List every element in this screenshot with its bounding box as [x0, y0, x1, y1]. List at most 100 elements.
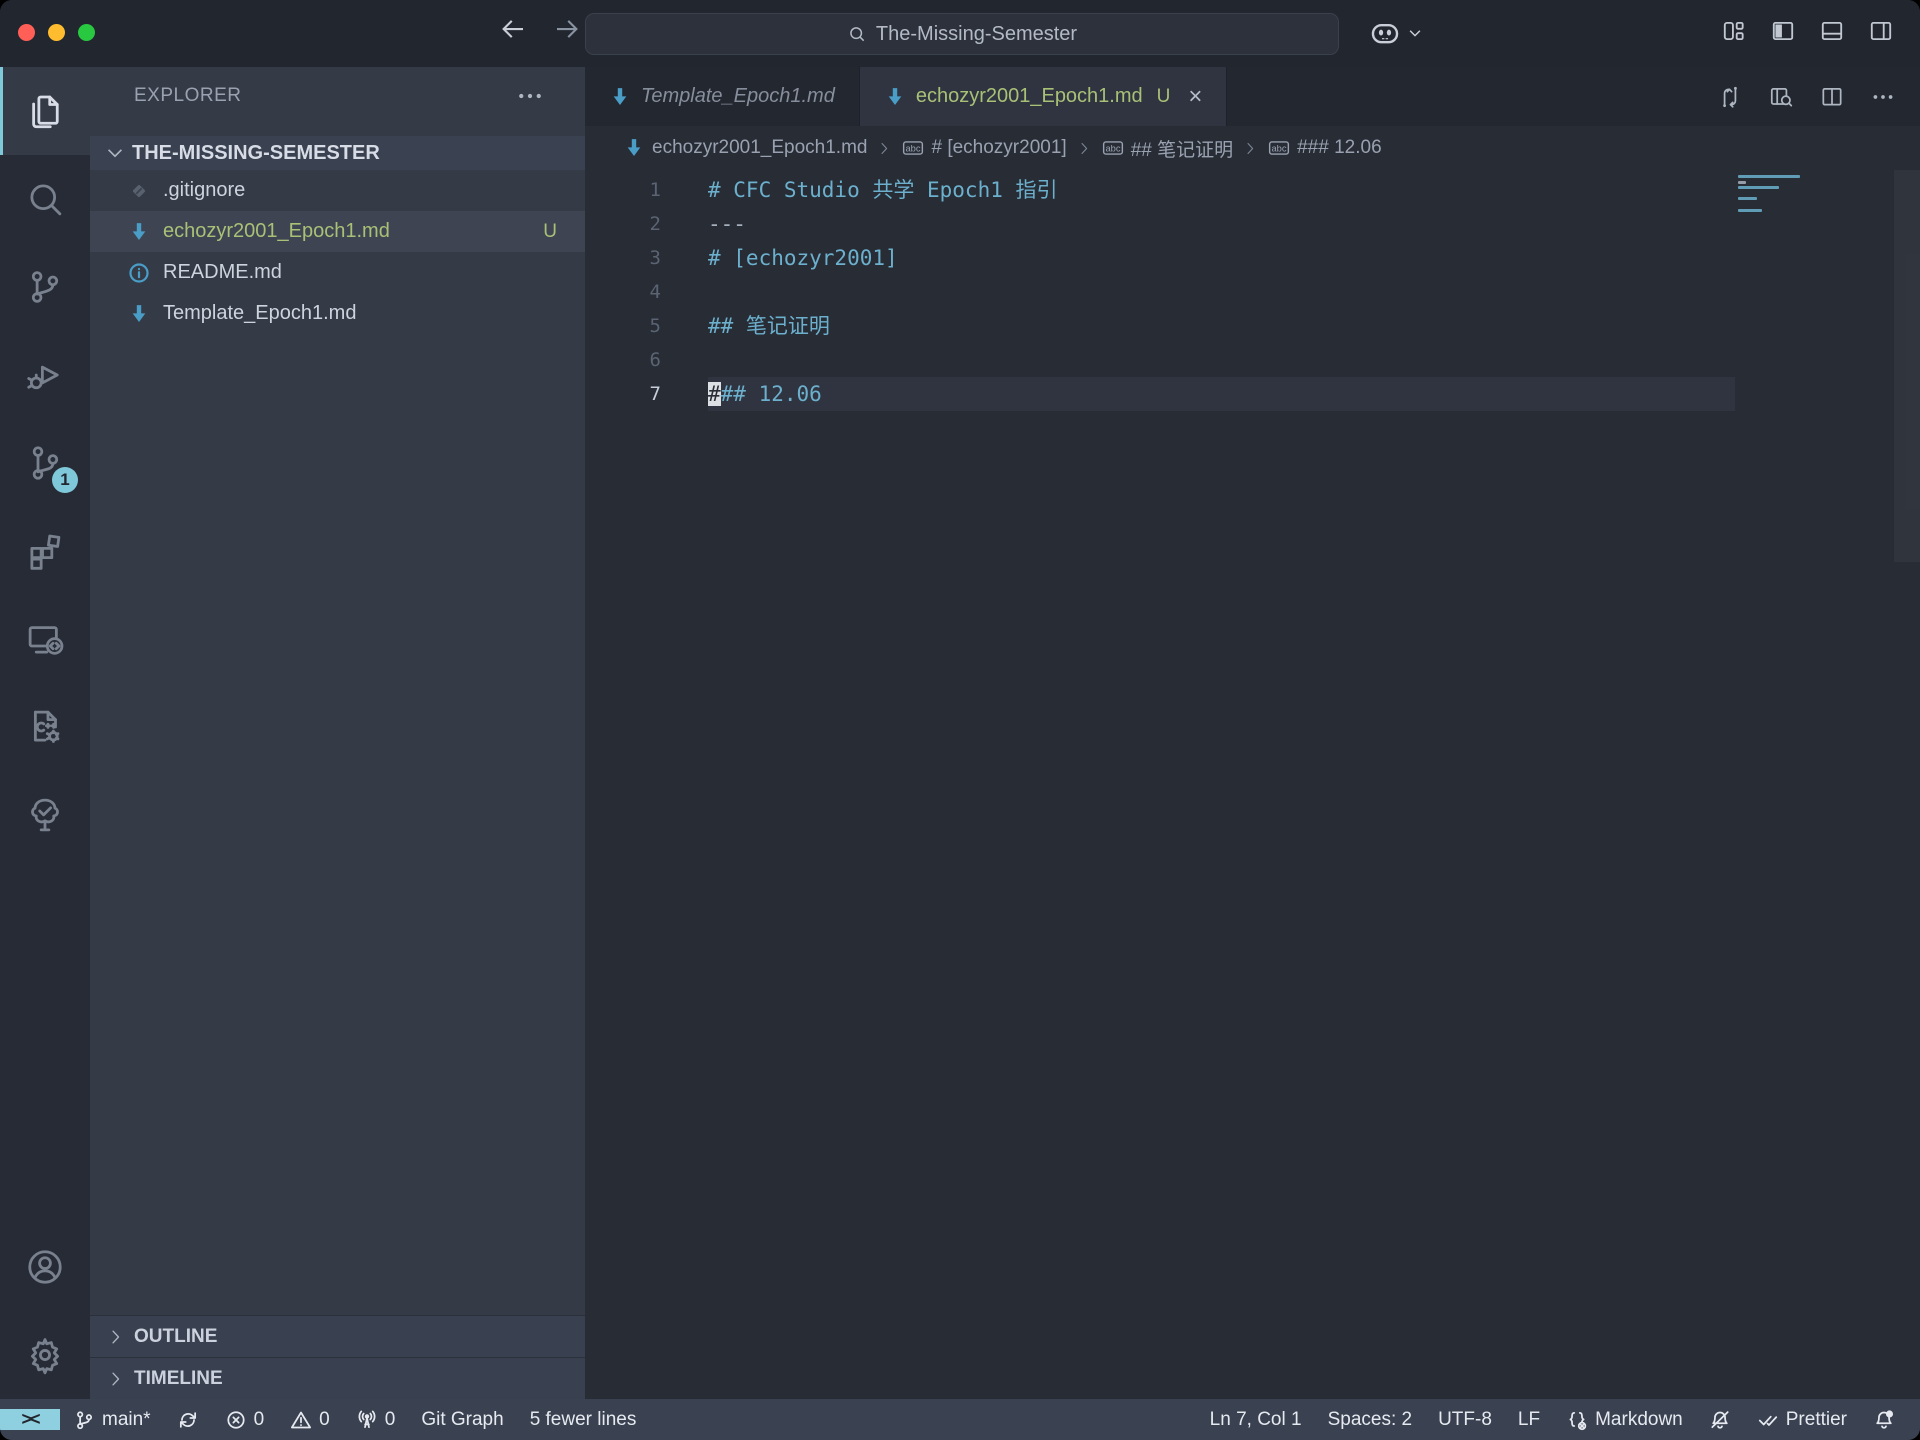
status-notifications-muted[interactable] [1696, 1399, 1744, 1440]
search-icon [847, 24, 867, 44]
editor-tab[interactable]: Template_Epoch1.md [585, 67, 860, 126]
activity-todo-tree[interactable] [0, 771, 90, 859]
status-git-graph[interactable]: Git Graph [408, 1409, 516, 1431]
copilot-menu[interactable] [1368, 16, 1424, 50]
radio-tower-icon [356, 1409, 378, 1431]
breadcrumb-item[interactable]: abc# [echozyr2001] [902, 137, 1066, 159]
editor-tab[interactable]: echozyr2001_Epoch1.mdU× [860, 67, 1228, 126]
tab-label: echozyr2001_Epoch1.md [916, 85, 1143, 108]
close-tab-icon[interactable]: × [1188, 85, 1202, 109]
breadcrumb-label: ## 笔记证明 [1131, 135, 1233, 162]
split-editor-icon[interactable] [1819, 84, 1845, 110]
activity-files[interactable] [0, 67, 90, 155]
file-row[interactable]: echozyr2001_Epoch1.md U [90, 211, 585, 252]
toggle-primary-sidebar-icon[interactable] [1770, 18, 1796, 44]
status-git-branch[interactable]: main* [60, 1409, 164, 1431]
code-editor[interactable]: 1# CFC Studio 共学 Epoch1 指引2---3# [echozy… [585, 170, 1920, 1399]
error-circle-icon [225, 1409, 247, 1431]
remote-glyph: >< [21, 1409, 38, 1430]
status-label: 5 fewer lines [530, 1409, 637, 1431]
activity-extensions[interactable] [0, 507, 90, 595]
code-line[interactable]: 1# CFC Studio 共学 Epoch1 指引 [585, 173, 1920, 207]
activity-settings-gear[interactable] [0, 1311, 90, 1399]
svg-text:abc: abc [1105, 144, 1120, 154]
code-text: # [echozyr2001] [708, 241, 1735, 275]
file-name: echozyr2001_Epoch1.md [163, 220, 390, 243]
status-sync-changes[interactable] [164, 1409, 212, 1431]
file-row[interactable]: .gitignore [90, 170, 585, 211]
code-line[interactable]: 5## 笔记证明 [585, 309, 1920, 343]
status-label: Git Graph [421, 1409, 503, 1431]
status-remote-indicator[interactable]: >< [0, 1409, 60, 1430]
sync-icon [177, 1409, 199, 1431]
section-timeline[interactable]: TIMELINE [90, 1357, 585, 1399]
explorer-header: EXPLORER [134, 85, 241, 107]
code-text: ### 12.06 [708, 377, 1735, 411]
status-ports[interactable]: 0 [343, 1409, 409, 1431]
code-line[interactable]: 7 ### 12.06 [585, 377, 1920, 411]
status-label: Markdown [1595, 1409, 1683, 1431]
line-number: 1 [585, 173, 661, 207]
breadcrumb-item[interactable]: abc ## 笔记证明 [1102, 135, 1233, 162]
status-language-mode[interactable]: Markdown [1553, 1399, 1696, 1440]
file-row[interactable]: README.md [90, 252, 585, 293]
toggle-secondary-sidebar-icon[interactable] [1868, 18, 1894, 44]
zoom-window-button[interactable] [78, 24, 95, 41]
code-line[interactable]: 6 [585, 343, 1920, 377]
activity-remote-explorer[interactable] [0, 595, 90, 683]
minimize-window-button[interactable] [48, 24, 65, 41]
status-indentation[interactable]: Spaces: 2 [1315, 1399, 1426, 1440]
status-diff-lines[interactable]: 5 fewer lines [517, 1409, 650, 1431]
breadcrumb-item[interactable]: echozyr2001_Epoch1.md [623, 137, 867, 159]
chevron-right-icon [1076, 140, 1093, 157]
close-window-button[interactable] [18, 24, 35, 41]
open-preview-icon[interactable] [1768, 84, 1794, 110]
status-cursor-position[interactable]: Ln 7, Col 1 [1197, 1399, 1315, 1440]
code-text [708, 275, 1735, 309]
code-line[interactable]: 3# [echozyr2001] [585, 241, 1920, 275]
activity-git-graph[interactable]: 1 [0, 419, 90, 507]
file-name: .gitignore [163, 179, 245, 202]
section-label: OUTLINE [134, 1326, 217, 1348]
markdown-file-icon [623, 137, 645, 159]
forward-arrow-icon[interactable] [552, 14, 582, 44]
breadcrumb-item[interactable]: abc### 12.06 [1268, 137, 1382, 159]
activity-run-debug[interactable] [0, 331, 90, 419]
gitignore-icon [128, 180, 150, 202]
status-errors[interactable]: 0 [212, 1409, 278, 1431]
git-status-badge: U [543, 221, 557, 243]
activity-search[interactable] [0, 155, 90, 243]
more-actions-icon[interactable] [1870, 84, 1896, 110]
line-number: 7 [585, 377, 661, 411]
copilot-icon [1368, 16, 1402, 50]
source-control-icon [24, 266, 66, 308]
activity-code-settings[interactable] [0, 683, 90, 771]
file-row[interactable]: Template_Epoch1.md [90, 293, 585, 334]
code-line[interactable]: 4 [585, 275, 1920, 309]
markdown-file-icon [128, 221, 150, 243]
status-warnings[interactable]: 0 [277, 1409, 343, 1431]
code-line[interactable]: 2--- [585, 207, 1920, 241]
activity-source-control[interactable] [0, 243, 90, 331]
explorer-more-actions-icon[interactable] [515, 81, 545, 111]
markdown-file-icon [609, 86, 631, 108]
line-number: 6 [585, 343, 661, 377]
status-label: main* [102, 1409, 151, 1431]
command-center-search[interactable]: The-Missing-Semester [585, 13, 1339, 55]
back-arrow-icon[interactable] [498, 14, 528, 44]
chevron-right-icon [106, 1369, 126, 1389]
customize-layout-icon[interactable] [1721, 18, 1747, 44]
status-formatter[interactable]: Prettier [1744, 1399, 1860, 1440]
scrollbar[interactable] [1894, 170, 1920, 562]
section-outline[interactable]: OUTLINE [90, 1315, 585, 1357]
svg-text:abc: abc [1272, 144, 1287, 154]
bell-slash-icon [1709, 1409, 1731, 1431]
compare-changes-icon[interactable] [1717, 84, 1743, 110]
status-label: 0 [319, 1409, 330, 1431]
status-notifications[interactable] [1860, 1399, 1908, 1440]
status-eol[interactable]: LF [1505, 1399, 1553, 1440]
toggle-panel-icon[interactable] [1819, 18, 1845, 44]
status-encoding[interactable]: UTF-8 [1425, 1399, 1505, 1440]
activity-account[interactable] [0, 1223, 90, 1311]
workspace-root-folder[interactable]: THE-MISSING-SEMESTER [90, 136, 585, 170]
